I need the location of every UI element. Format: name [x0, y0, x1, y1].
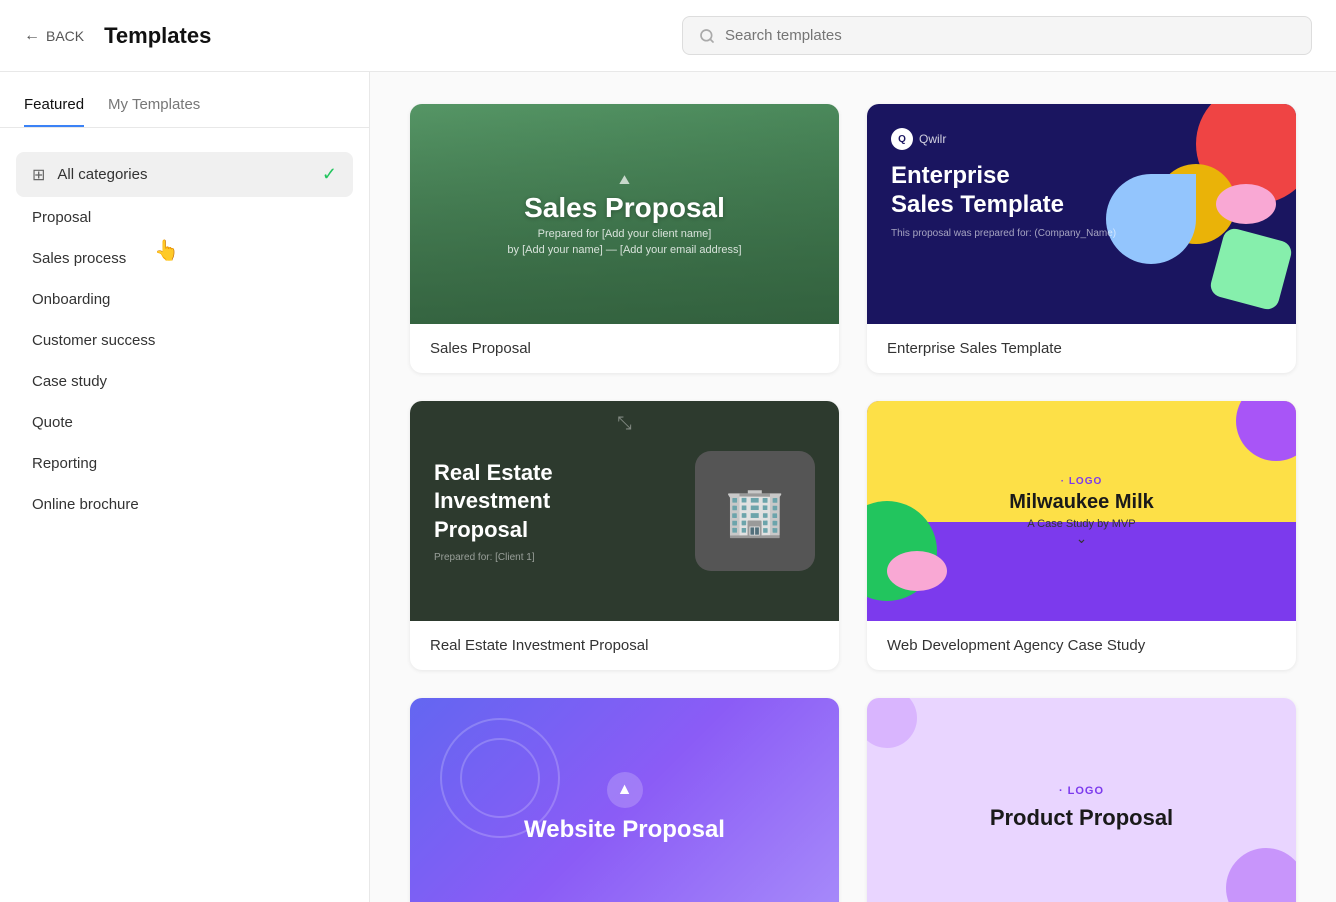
shape-pink	[1216, 184, 1276, 224]
back-arrow-icon: ←	[24, 27, 40, 45]
ent-logo-text: Qwilr	[919, 132, 946, 146]
sales-proposal-text: ⛰ Sales Proposal Prepared for [Add your …	[507, 172, 741, 256]
template-thumb-web-dev: · LOGO Milwaukee Milk A Case Study by MV…	[867, 401, 1296, 621]
re-left: Real EstateInvestmentProposal Prepared f…	[434, 459, 695, 564]
category-item-customer-success[interactable]: Customer success	[16, 320, 353, 361]
tab-bar: Featured My Templates	[0, 96, 369, 128]
category-label-quote: Quote	[32, 414, 337, 431]
back-label: BACK	[46, 28, 84, 44]
template-card-real-estate[interactable]: ⤡ Real EstateInvestmentProposal Prepared…	[410, 401, 839, 670]
sp-title: Sales Proposal	[507, 192, 741, 224]
wd-logo-row: · LOGO	[1009, 476, 1154, 487]
template-card-sales-proposal[interactable]: ⛰ Sales Proposal Prepared for [Add your …	[410, 104, 839, 373]
template-thumb-sales-proposal: ⛰ Sales Proposal Prepared for [Add your …	[410, 104, 839, 324]
ent-title: Enterprise Sales Template	[891, 162, 1071, 220]
tab-my-templates[interactable]: My Templates	[108, 96, 200, 127]
template-thumb-enterprise: Q Qwilr Enterprise Sales Template This p…	[867, 104, 1296, 324]
ent-logo-letter: Q	[898, 134, 906, 145]
back-button[interactable]: ← BACK	[24, 27, 84, 45]
grid-icon: ⊞	[32, 165, 45, 185]
category-item-case-study[interactable]: Case study	[16, 361, 353, 402]
wd-case-label: A Case Study by MVP	[1009, 518, 1154, 530]
enterprise-content: Q Qwilr Enterprise Sales Template This p…	[891, 128, 1116, 239]
template-label-web-dev: Web Development Agency Case Study	[867, 621, 1296, 670]
wp-title: Website Proposal	[524, 816, 725, 844]
category-label-onboarding: Onboarding	[32, 291, 337, 308]
header: ← BACK Templates	[0, 0, 1336, 72]
main-content: ⛰ Sales Proposal Prepared for [Add your …	[370, 72, 1336, 902]
category-item-all[interactable]: ⊞ All categories ✓	[16, 152, 353, 197]
building-icon: 🏢	[725, 483, 785, 540]
wp-logo-circle: ▲	[607, 772, 643, 808]
category-item-onboarding[interactable]: Onboarding	[16, 279, 353, 320]
category-item-quote[interactable]: Quote	[16, 402, 353, 443]
ent-sub: This proposal was prepared for: (Company…	[891, 228, 1116, 239]
template-label-real-estate: Real Estate Investment Proposal	[410, 621, 839, 670]
search-icon	[699, 28, 715, 44]
category-item-proposal[interactable]: Proposal	[16, 197, 353, 238]
wp-circle-2	[460, 738, 540, 818]
pp-logo: · LOGO	[1059, 785, 1104, 797]
template-label-sales-proposal: Sales Proposal	[410, 324, 839, 373]
pp-blob-2	[867, 698, 917, 748]
search-input[interactable]	[725, 27, 1295, 44]
category-item-online-brochure[interactable]: Online brochure	[16, 484, 353, 525]
category-label-reporting: Reporting	[32, 455, 337, 472]
wd-main-title: Milwaukee Milk	[1009, 491, 1154, 514]
category-item-reporting[interactable]: Reporting	[16, 443, 353, 484]
template-thumb-real-estate: ⤡ Real EstateInvestmentProposal Prepared…	[410, 401, 839, 621]
sidebar: Featured My Templates ⊞ All categories ✓…	[0, 72, 370, 902]
body-layout: Featured My Templates ⊞ All categories ✓…	[0, 72, 1336, 902]
template-thumb-product-proposal: · LOGO Product Proposal	[867, 698, 1296, 902]
enterprise-logo: Q Qwilr	[891, 128, 1116, 150]
category-list: ⊞ All categories ✓ Proposal Sales proces…	[0, 152, 369, 525]
wd-content: · LOGO Milwaukee Milk A Case Study by MV…	[1009, 476, 1154, 547]
wd-blob	[887, 551, 947, 591]
check-icon: ✓	[322, 164, 337, 185]
template-card-product-proposal[interactable]: · LOGO Product Proposal	[867, 698, 1296, 902]
template-card-enterprise[interactable]: Q Qwilr Enterprise Sales Template This p…	[867, 104, 1296, 373]
pp-blob-1	[1226, 848, 1296, 902]
re-title: Real EstateInvestmentProposal	[434, 459, 695, 545]
category-label-sales-process: Sales process	[32, 250, 337, 267]
tab-featured[interactable]: Featured	[24, 96, 84, 127]
sp-subtitle: Prepared for [Add your client name]	[507, 228, 741, 240]
template-label-enterprise: Enterprise Sales Template	[867, 324, 1296, 373]
search-bar[interactable]	[682, 16, 1312, 55]
category-label-customer-success: Customer success	[32, 332, 337, 349]
re-corner-icon: ⤡	[617, 413, 631, 434]
template-card-website-proposal[interactable]: ▲ Website Proposal Website Proposal	[410, 698, 839, 902]
ent-logo-circle: Q	[891, 128, 913, 150]
template-grid: ⛰ Sales Proposal Prepared for [Add your …	[410, 104, 1296, 902]
category-label-case-study: Case study	[32, 373, 337, 390]
shape-green	[1208, 226, 1294, 312]
page-title: Templates	[104, 23, 211, 49]
wd-chevron-icon: ⌄	[1009, 530, 1154, 547]
pp-title: Product Proposal	[990, 805, 1173, 831]
template-card-web-dev[interactable]: · LOGO Milwaukee Milk A Case Study by MV…	[867, 401, 1296, 670]
category-label-all: All categories	[57, 166, 310, 183]
shape-blue	[1106, 174, 1196, 264]
template-thumb-website-proposal: ▲ Website Proposal	[410, 698, 839, 902]
re-sub: Prepared for: [Client 1]	[434, 552, 695, 563]
category-label-online-brochure: Online brochure	[32, 496, 337, 513]
wp-logo-arrow-icon: ▲	[617, 781, 633, 799]
mountain-decoration: ⛰	[507, 172, 741, 188]
sp-byline: by [Add your name] — [Add your email add…	[507, 244, 741, 256]
re-arrows-icon: ⤡	[617, 413, 631, 433]
category-item-sales-process[interactable]: Sales process	[16, 238, 353, 279]
re-building: 🏢	[695, 451, 815, 571]
category-label-proposal: Proposal	[32, 209, 337, 226]
